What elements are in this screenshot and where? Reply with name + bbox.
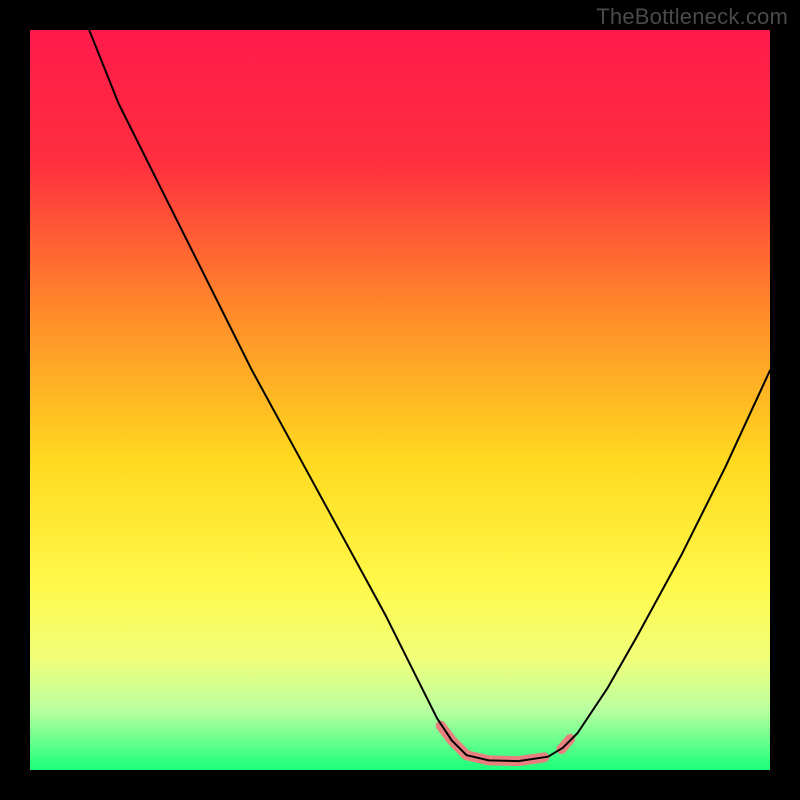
watermark-text: TheBottleneck.com <box>596 4 788 30</box>
chart-frame: TheBottleneck.com <box>0 0 800 800</box>
chart-plot-area <box>30 30 770 770</box>
chart-svg <box>30 30 770 770</box>
gradient-background <box>30 30 770 770</box>
